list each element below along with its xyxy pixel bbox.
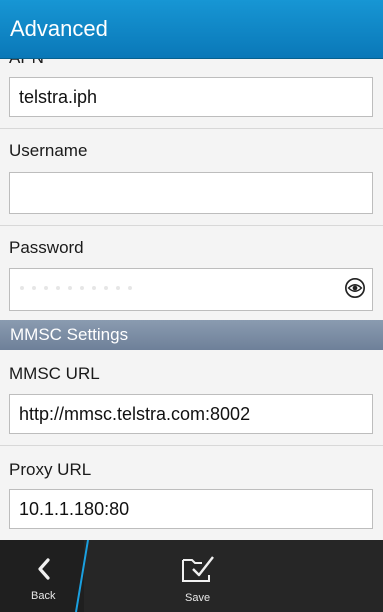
apn-field[interactable]: telstra.iph — [9, 77, 373, 117]
mmsc-settings-header: MMSC Settings — [0, 320, 383, 350]
divider-slash — [75, 540, 89, 612]
username-label: Username — [9, 141, 88, 160]
save-label: Save — [185, 592, 211, 604]
password-mask — [20, 286, 132, 290]
apn-label: APN — [9, 59, 44, 68]
password-label: Password — [9, 238, 84, 257]
proxy-url-label: Proxy URL — [9, 460, 92, 479]
mmsc-url-label: MMSC URL — [9, 364, 100, 383]
settings-form[interactable]: APN telstra.iph Username Password MMSC S… — [0, 59, 383, 540]
chevron-left-icon — [38, 558, 50, 580]
eye-icon[interactable] — [344, 277, 366, 299]
divider — [0, 225, 383, 226]
page-title: Advanced — [10, 16, 108, 41]
password-field[interactable] — [9, 268, 373, 311]
divider — [0, 445, 383, 446]
save-button[interactable]: Save — [150, 540, 242, 612]
title-bar: Advanced — [0, 0, 383, 59]
divider — [0, 128, 383, 129]
action-bar: Back Save — [0, 540, 383, 612]
proxy-url-field[interactable]: 10.1.1.180:80 — [9, 489, 373, 529]
username-field[interactable] — [9, 172, 373, 214]
mmsc-url-field[interactable]: http://mmsc.telstra.com:8002 — [9, 394, 373, 434]
folder-check-icon — [182, 556, 214, 582]
back-label: Back — [31, 590, 56, 602]
